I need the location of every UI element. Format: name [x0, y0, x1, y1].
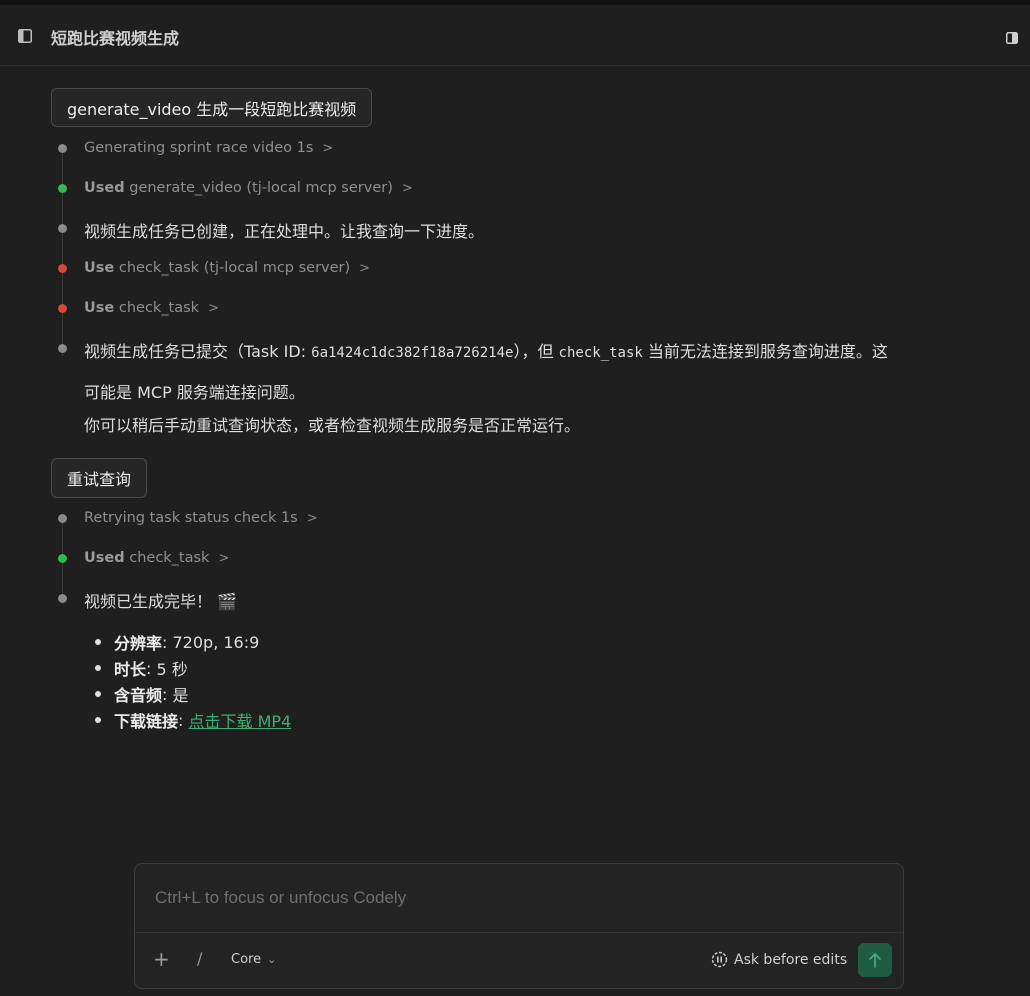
assistant-message-line: 你可以稍后手动重试查询状态，或者检查视频生成服务是否正常运行。: [84, 416, 581, 435]
step-label: Used: [84, 550, 125, 566]
download-link[interactable]: 点击下载 MP4: [189, 708, 292, 732]
arrow-up-icon: [869, 953, 881, 968]
step-text: check_task (tj-local mcp server): [118, 260, 351, 276]
assistant-message: 视频已生成完毕！ 🎬: [84, 592, 238, 611]
step-dot-error: [58, 304, 67, 313]
chevron-down-icon: ⌄: [267, 953, 277, 966]
chevron-right-icon: >: [208, 301, 219, 316]
step-generating[interactable]: Generating sprint race video 1s >: [0, 138, 1000, 160]
chat-thread: generate_video 生成一段短跑比赛视频 Generating spr…: [0, 66, 1030, 856]
step-text: generate_video (tj-local mcp server): [129, 180, 393, 196]
step-use-check-task-server[interactable]: Use check_task (tj-local mcp server) >: [0, 258, 1000, 280]
step-dot: [58, 594, 67, 603]
inline-code: check_task: [558, 345, 643, 361]
user-prompt-bubble: 重试查询: [51, 458, 148, 498]
edit-mode-toggle[interactable]: Ask before edits: [711, 951, 847, 968]
step-text: check_task: [118, 300, 200, 316]
task-id: 6a1424c1dc382f18a726214e: [311, 345, 514, 361]
step-dot: [58, 224, 67, 233]
step-dot: [58, 144, 67, 153]
pause-circle-icon: [711, 951, 728, 968]
page-title: 短跑比赛视频生成: [51, 29, 180, 48]
step-dot-success: [58, 184, 67, 193]
video-details-list: 分辨率: 720p, 16:9 时长: 5 秒 含音频: 是 下载链接: 点击下…: [95, 629, 291, 733]
step-used-generate-video[interactable]: Used generate_video (tj-local mcp server…: [0, 178, 1000, 200]
user-prompt-bubble: generate_video 生成一段短跑比赛视频: [51, 88, 373, 127]
chevron-right-icon: >: [322, 141, 334, 156]
step-label: Use: [84, 260, 115, 276]
step-used-check-task[interactable]: Used check_task >: [0, 548, 1000, 570]
model-select[interactable]: Core ⌄: [231, 952, 276, 967]
slash-command-button[interactable]: /: [197, 949, 202, 968]
step-text: check_task: [129, 550, 210, 566]
chevron-right-icon: >: [306, 511, 318, 526]
composer-toolbar: + / Core ⌄ Ask before edits: [135, 933, 903, 989]
assistant-message: 视频生成任务已创建，正在处理中。让我查询一下进度。: [84, 222, 485, 241]
step-dot-success: [58, 554, 67, 563]
list-item: 含音频: 是: [95, 681, 291, 707]
step-text: Generating sprint race video 1s: [84, 140, 314, 156]
assistant-message-line: 可能是 MCP 服务端连接问题。: [84, 383, 305, 402]
chevron-right-icon: >: [401, 181, 413, 196]
step-text: Retrying task status check 1s: [84, 510, 298, 526]
step-use-check-task[interactable]: Use check_task >: [0, 298, 1000, 320]
header: 短跑比赛视频生成: [0, 5, 1030, 66]
list-item: 下载链接: 点击下载 MP4: [95, 707, 291, 733]
list-item: 分辨率: 720p, 16:9: [95, 629, 291, 655]
sidebar-toggle-icon[interactable]: [18, 28, 32, 43]
send-button[interactable]: [858, 943, 892, 977]
add-context-button[interactable]: +: [153, 947, 170, 971]
step-dot: [58, 514, 67, 523]
step-retrying[interactable]: Retrying task status check 1s >: [0, 508, 1000, 530]
list-item: 时长: 5 秒: [95, 655, 291, 681]
step-label: Used: [84, 180, 125, 196]
step-label: Use: [84, 300, 115, 316]
chevron-right-icon: >: [218, 551, 230, 566]
step-dot: [58, 344, 67, 353]
step-message: 视频生成任务已创建，正在处理中。让我查询一下进度。: [0, 217, 1000, 241]
assistant-message: 视频生成任务已提交（Task ID: 6a1424c1dc382f18a7262…: [84, 342, 888, 361]
chat-input[interactable]: [135, 864, 903, 932]
chevron-right-icon: >: [359, 261, 371, 276]
step-message: 视频已生成完毕！ 🎬: [0, 587, 1000, 611]
panel-toggle-icon[interactable]: [1006, 29, 1018, 44]
clapperboard-icon: 🎬: [217, 592, 238, 611]
step-message: 视频生成任务已提交（Task ID: 6a1424c1dc382f18a7262…: [0, 337, 1000, 361]
composer: + / Core⌄ Ask before edits: [134, 863, 904, 989]
step-dot-error: [58, 264, 67, 273]
